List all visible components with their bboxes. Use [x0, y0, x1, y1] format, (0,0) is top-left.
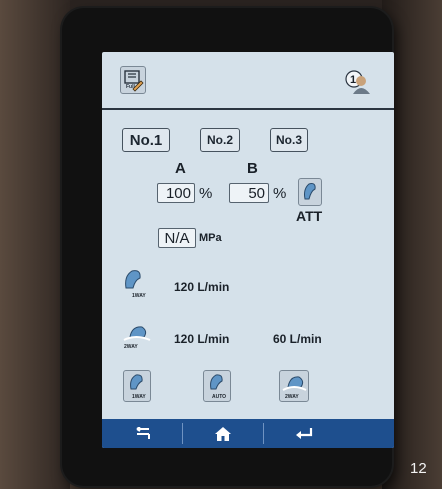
- mode-auto-badge: AUTO: [212, 394, 226, 400]
- mode-1way-icon: 1WAY: [130, 374, 146, 400]
- 2way-attachment-icon: 2WAY: [123, 326, 151, 350]
- preset-no2-button[interactable]: No.2: [200, 128, 240, 152]
- operator-icon: 1: [345, 70, 370, 94]
- att-label: ATT: [296, 208, 323, 224]
- tool-badge: Full: [126, 84, 135, 90]
- ratio-a-unit: %: [199, 185, 213, 202]
- mode-2way-button[interactable]: 2WAY: [279, 370, 309, 402]
- enter-button[interactable]: [264, 419, 344, 448]
- mode-auto-button[interactable]: AUTO: [203, 370, 231, 402]
- pressure-input[interactable]: N/A: [158, 228, 196, 248]
- operator-profile-button[interactable]: 1: [344, 68, 372, 94]
- device-bezel: Full 1 No.1 No.2 No.3 A B 100 % 50 % ATT…: [62, 8, 394, 486]
- ratio-b-unit: %: [273, 185, 287, 202]
- ratio-b-label: B: [247, 160, 258, 177]
- top-bar: Full 1: [102, 52, 394, 108]
- flow-1way-icon-wrap: 1WAY: [120, 266, 150, 300]
- back-button[interactable]: [102, 419, 182, 448]
- flow-1way-value: 120 L/min: [174, 280, 230, 294]
- mode-1way-button[interactable]: 1WAY: [123, 370, 151, 402]
- preset-no1-button[interactable]: No.1: [122, 128, 170, 152]
- home-icon: [215, 426, 231, 441]
- attachment-setup-button[interactable]: Full: [120, 66, 146, 94]
- attachment-edit-icon: Full: [124, 70, 144, 92]
- ratio-b-input[interactable]: 50: [229, 183, 269, 203]
- ratio-a-input[interactable]: 100: [157, 183, 195, 203]
- 1way-attachment-icon: 1WAY: [125, 270, 146, 299]
- bottom-nav-bar: [102, 419, 394, 448]
- att-button[interactable]: [298, 178, 322, 206]
- flow-2way-badge: 2WAY: [124, 344, 138, 350]
- mode-1way-badge: 1WAY: [132, 394, 146, 400]
- flow-2way-value-a: 120 L/min: [174, 332, 230, 346]
- background-left: [0, 0, 70, 489]
- top-divider: [102, 108, 394, 110]
- enter-return-icon: [296, 427, 313, 439]
- preset-no3-button[interactable]: No.3: [270, 128, 308, 152]
- pressure-unit: MPa: [199, 232, 222, 244]
- mode-2way-icon: 2WAY: [282, 376, 307, 400]
- home-button[interactable]: [183, 419, 263, 448]
- flow-1way-badge: 1WAY: [132, 293, 146, 299]
- profile-badge: 1: [350, 74, 356, 86]
- mode-2way-badge: 2WAY: [285, 394, 299, 400]
- flow-2way-value-b: 60 L/min: [273, 332, 322, 346]
- mode-auto-icon: AUTO: [210, 374, 226, 400]
- touch-screen: Full 1 No.1 No.2 No.3 A B 100 % 50 % ATT…: [102, 52, 394, 448]
- flow-2way-icon-wrap: 2WAY: [122, 320, 152, 350]
- ratio-a-label: A: [175, 160, 186, 177]
- page-number: 12: [410, 460, 427, 477]
- back-arrow-icon: [136, 426, 150, 439]
- attachment-icon: [304, 183, 316, 200]
